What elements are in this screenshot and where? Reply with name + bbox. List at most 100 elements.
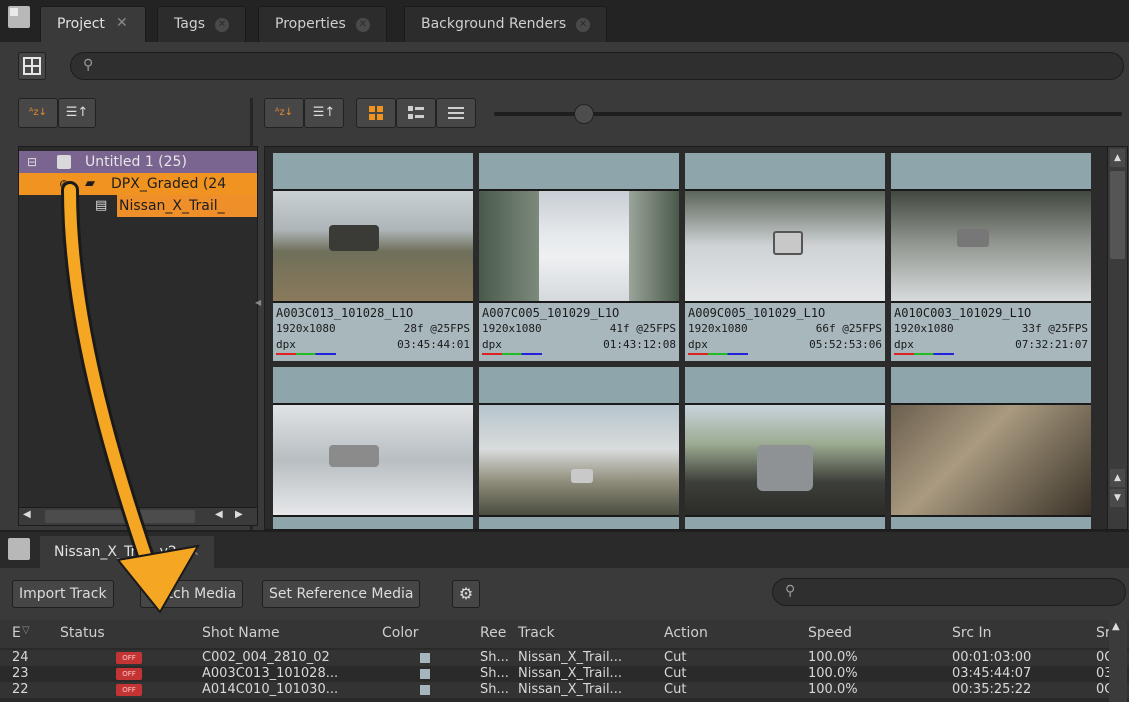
settings-button[interactable]: ⚙ xyxy=(452,580,480,608)
thumbnail-view-button[interactable] xyxy=(356,98,396,128)
sort-az-button[interactable]: ᴬz↓ xyxy=(18,98,58,128)
clip-preview-image xyxy=(891,189,1091,303)
cell-action: Cut xyxy=(664,666,687,681)
tree-item-project-root[interactable]: ⊟ Untitled 1 (25) xyxy=(19,151,257,173)
thumbnail-size-slider[interactable] xyxy=(494,104,1122,124)
status-badge[interactable]: OFF xyxy=(116,684,142,696)
scrollbar-thumb[interactable] xyxy=(1110,171,1125,259)
clip-thumbnail[interactable]: A009C005_101029_L1O 1920x1080 66f @25FPS … xyxy=(685,153,885,361)
cell-src-in: 00:01:03:00 xyxy=(952,650,1032,665)
clip-channel-indicator xyxy=(482,353,542,355)
tab-project[interactable]: Project ✕ xyxy=(40,6,146,42)
column-header-reel[interactable]: Ree xyxy=(480,625,506,641)
panel-menu-icon[interactable] xyxy=(8,6,30,28)
clip-thumbnail[interactable]: A007C005_101029_L1O 1920x1080 41f @25FPS … xyxy=(479,153,679,361)
tree-horizontal-scrollbar[interactable]: ◀ ◀ ▶ xyxy=(19,507,257,525)
column-header-src-in[interactable]: Src In xyxy=(952,625,991,641)
cell-speed: 100.0% xyxy=(808,682,858,697)
scroll-left-icon[interactable]: ◀ xyxy=(23,509,31,520)
close-icon[interactable]: ✕ xyxy=(215,18,229,32)
close-icon[interactable]: ✕ xyxy=(355,18,370,32)
clip-resolution: 1920x1080 xyxy=(276,322,336,335)
tree-item-label: Nissan_X_Trail_ xyxy=(119,198,225,214)
scroll-left-icon[interactable]: ◀ xyxy=(215,509,223,520)
scroll-down-icon[interactable]: ▼ xyxy=(1110,489,1125,507)
set-reference-media-button[interactable]: Set Reference Media xyxy=(262,580,421,608)
clip-name: A007C005_101029_L1O xyxy=(482,306,620,320)
slider-handle[interactable] xyxy=(574,104,594,124)
clip-name: A003C013_101028_L1O xyxy=(276,306,414,320)
column-header-status[interactable]: Status xyxy=(60,625,105,641)
list-view-button[interactable] xyxy=(436,98,476,128)
table-row[interactable]: 24 OFF C002_004_2810_02 Sh... Nissan_X_T… xyxy=(0,650,1129,666)
cell-action: Cut xyxy=(664,682,687,697)
clip-format: dpx xyxy=(894,338,914,351)
list-thumb-view-button[interactable] xyxy=(396,98,436,128)
sort-az-icon: ᴬz↓ xyxy=(29,107,47,118)
clip-thumbnail[interactable] xyxy=(479,367,679,529)
clip-resolution: 1920x1080 xyxy=(894,322,954,335)
clip-thumbnail[interactable]: A010C003_101029_L1O 1920x1080 33f @25FPS … xyxy=(891,153,1091,361)
tree-item-bin[interactable]: ⊕ ▰ DPX_Graded (24 xyxy=(19,173,257,195)
scroll-up-icon[interactable]: ▲ xyxy=(1110,149,1125,167)
clip-thumbnail[interactable]: A003C013_101028_L1O 1920x1080 28f @25FPS … xyxy=(273,153,473,361)
tab-tags[interactable]: Tags ✕ xyxy=(157,6,246,42)
match-media-button[interactable]: Match Media xyxy=(140,580,244,608)
tab-background-renders[interactable]: Background Renders ✕ xyxy=(404,6,608,42)
tab-properties[interactable]: Properties ✕ xyxy=(258,6,387,42)
close-icon[interactable]: ✕ xyxy=(115,16,129,30)
expand-icon[interactable]: ⊕ xyxy=(59,173,69,195)
grid-vertical-scrollbar[interactable]: ▲ ▲ ▼ xyxy=(1107,147,1127,529)
close-icon[interactable]: ✕ xyxy=(189,545,200,560)
tree-item-label: Untitled 1 (25) xyxy=(85,154,187,170)
column-header-speed[interactable]: Speed xyxy=(808,625,852,641)
tab-project-label: Project xyxy=(57,16,105,32)
sort-order-icon: ☰↑ xyxy=(312,105,336,120)
sequence-search-input[interactable]: ⚲ xyxy=(772,578,1126,606)
panel-menu-icon[interactable] xyxy=(8,538,30,560)
cell-track: Nissan_X_Trail... xyxy=(518,666,622,681)
clip-frames: 33f @25FPS xyxy=(1021,322,1088,335)
scroll-up-icon[interactable]: ▲ xyxy=(1112,621,1120,632)
project-panel: ⚲ ᴬz↓ ☰↑ ᴬz↓ ☰↑ ⊟ Untitled 1 (25) ⊕ ▰ DP… xyxy=(0,42,1129,530)
tree-item-sequence[interactable]: ▤ Nissan_X_Trail_ xyxy=(19,195,257,217)
view-toggle-button[interactable] xyxy=(18,52,46,80)
color-swatch[interactable] xyxy=(420,653,430,663)
scrollbar-thumb[interactable] xyxy=(45,510,195,523)
sort-desc-icon[interactable]: ▽ xyxy=(22,625,30,636)
scroll-up-icon[interactable]: ▲ xyxy=(1110,469,1125,487)
table-row[interactable]: 22 OFF A014C010_101030... Sh... Nissan_X… xyxy=(0,682,1129,698)
collapse-panel-icon[interactable]: ◀ xyxy=(255,298,261,307)
table-vertical-scrollbar[interactable]: ▲ xyxy=(1109,620,1127,702)
gear-icon: ⚙ xyxy=(458,584,474,603)
color-swatch[interactable] xyxy=(420,685,430,695)
clip-caption: A007C005_101029_L1O 1920x1080 41f @25FPS … xyxy=(479,303,679,361)
clip-thumbnail[interactable] xyxy=(685,367,885,529)
grid-sort-az-button[interactable]: ᴬz↓ xyxy=(264,98,304,128)
cell-reel: Sh... xyxy=(480,666,509,681)
status-badge[interactable]: OFF xyxy=(116,668,142,680)
column-header-shot-name[interactable]: Shot Name xyxy=(202,625,280,641)
close-icon[interactable]: ✕ xyxy=(576,18,591,32)
scroll-right-icon[interactable]: ▶ xyxy=(235,509,243,520)
grid-icon xyxy=(23,57,41,75)
clip-thumbnail[interactable] xyxy=(273,367,473,529)
import-track-button[interactable]: Import Track xyxy=(12,580,114,608)
table-row[interactable]: 23 OFF A003C013_101028... Sh... Nissan_X… xyxy=(0,666,1129,682)
bin-tree: ⊟ Untitled 1 (25) ⊕ ▰ DPX_Graded (24 ▤ N… xyxy=(18,146,258,526)
clip-thumbnail[interactable] xyxy=(891,367,1091,529)
search-icon: ⚲ xyxy=(785,583,796,599)
clip-timecode: 03:45:44:01 xyxy=(397,338,470,351)
column-header-e[interactable]: E xyxy=(12,625,21,641)
project-search-input[interactable]: ⚲ xyxy=(70,52,1124,80)
grid-sort-order-button[interactable]: ☰↑ xyxy=(304,98,344,128)
cell-shot-name: C002_004_2810_02 xyxy=(202,650,330,665)
expand-icon[interactable]: ⊟ xyxy=(27,151,37,173)
color-swatch[interactable] xyxy=(420,669,430,679)
column-header-color[interactable]: Color xyxy=(382,625,419,641)
tab-sequence[interactable]: Nissan_X_Trail_v2 ✕ xyxy=(40,536,214,568)
column-header-action[interactable]: Action xyxy=(664,625,708,641)
sort-order-button[interactable]: ☰↑ xyxy=(58,98,96,128)
column-header-track[interactable]: Track xyxy=(518,625,555,641)
status-badge[interactable]: OFF xyxy=(116,652,142,664)
